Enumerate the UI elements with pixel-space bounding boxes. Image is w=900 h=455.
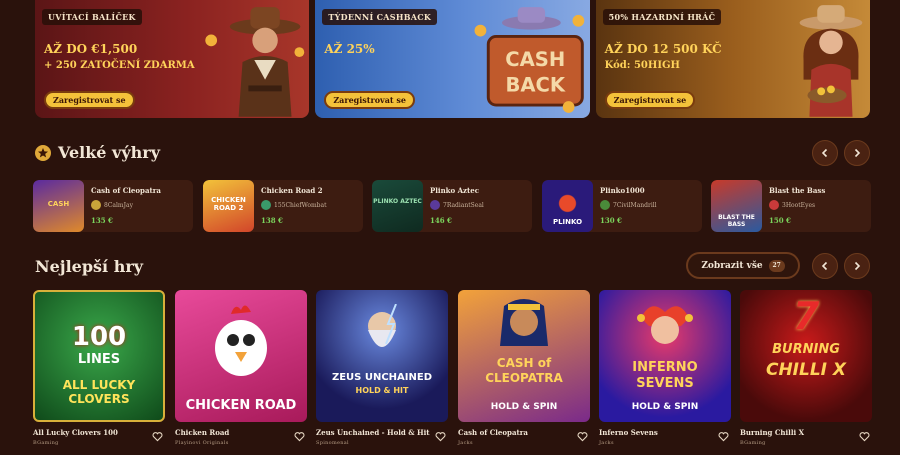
jester-illustration — [637, 306, 693, 344]
game-thumbnail: BLAST THE BASS — [711, 180, 762, 232]
back-art-text: BACK — [505, 73, 565, 96]
top-games-title: Nejlepší hry — [35, 257, 144, 276]
game-card[interactable]: 100 LINES ALL LUCKY CLOVERS All Lucky Cl… — [33, 290, 165, 446]
game-title: Chicken Road — [175, 428, 230, 437]
cowgirl-illustration — [799, 5, 863, 117]
big-wins-title: Velké výhry — [58, 143, 160, 162]
avatar — [600, 200, 610, 210]
win-amount: 130 € — [600, 216, 622, 225]
game-provider: Spinomenal — [316, 440, 349, 446]
star-icon — [35, 145, 51, 161]
promo-subline: + 250 ZATOČENÍ ZDARMA — [44, 60, 195, 71]
heart-icon[interactable] — [859, 431, 870, 442]
win-amount: 138 € — [261, 216, 283, 225]
game-title: Cash of Cleopatra — [458, 428, 528, 437]
avatar — [91, 200, 101, 210]
promo-banner-welcome[interactable]: UVÍTACÍ BALÍČEK AŽ DO €1,500 + 250 ZATOČ… — [35, 0, 310, 118]
promo-banner-highroller[interactable]: 50% HAZARDNÍ HRÁČ AŽ DO 12 500 KČ Kód: 5… — [595, 0, 870, 118]
big-wins-prev-button[interactable] — [812, 140, 838, 166]
view-all-count-badge: 27 — [768, 259, 785, 272]
game-thumbnail: CHICKEN ROAD 2 — [203, 180, 254, 232]
win-game-name: Cash of Cleopatra — [91, 186, 161, 195]
big-win-card[interactable]: PLINKO AZTEC Plinko Aztec 7RadiantSeal 1… — [372, 180, 532, 232]
avatar — [261, 200, 271, 210]
heart-icon[interactable] — [718, 431, 729, 442]
chicken-illustration — [215, 305, 267, 376]
big-win-card[interactable]: CASH Cash of Cleopatra 8CalmJay 135 € — [33, 180, 193, 232]
game-title: Inferno Sevens — [599, 428, 658, 437]
register-button[interactable]: Zaregistrovat se — [604, 91, 696, 109]
promo-headline: AŽ DO €1,500 — [44, 42, 138, 56]
game-title: Zeus Unchained - Hold & Hit — [316, 428, 430, 437]
win-user: 7RadiantSeal — [430, 200, 484, 210]
game-provider: Jacks — [599, 440, 614, 446]
heart-icon[interactable] — [152, 431, 163, 442]
promo-headline: AŽ 25% — [324, 42, 375, 56]
promo-headline: AŽ DO 12 500 KČ — [604, 42, 722, 56]
game-tile[interactable]: CASH of CLEOPATRA HOLD & SPIN — [458, 290, 590, 422]
promo-banners: UVÍTACÍ BALÍČEK AŽ DO €1,500 + 250 ZATOČ… — [35, 0, 870, 120]
game-provider: Jacks — [458, 440, 473, 446]
heart-icon[interactable] — [577, 431, 588, 442]
cleopatra-illustration — [500, 299, 548, 346]
win-user: 3HootEyes — [769, 200, 815, 210]
big-win-card[interactable]: BLAST THE BASS Blast the Bass 3HootEyes … — [711, 180, 871, 232]
big-win-card[interactable]: CHICKEN ROAD 2 Chicken Road 2 155ChiefWo… — [203, 180, 363, 232]
cowboy-illustration — [205, 7, 305, 117]
game-thumbnail: CASH — [33, 180, 84, 232]
big-win-card[interactable]: PLINKO Plinko1000 7CivilMandrill 130 € — [542, 180, 702, 232]
avatar — [769, 200, 779, 210]
top-games-next-button[interactable] — [844, 253, 870, 279]
register-button[interactable]: Zaregistrovat se — [324, 91, 415, 109]
game-provider: BGaming — [33, 440, 59, 446]
chevron-right-icon — [854, 261, 861, 271]
game-card[interactable]: CHICKEN ROAD Chicken Road Playinovi Orig… — [175, 290, 307, 446]
game-thumbnail: PLINKO AZTEC — [372, 180, 423, 232]
top-games-prev-button[interactable] — [812, 253, 838, 279]
zeus-illustration — [368, 304, 397, 347]
win-amount: 146 € — [430, 216, 452, 225]
avatar — [430, 200, 440, 210]
win-game-name: Plinko1000 — [600, 186, 645, 195]
game-tile[interactable]: CHICKEN ROAD — [175, 290, 307, 422]
register-button[interactable]: Zaregistrovat se — [44, 91, 135, 109]
win-amount: 135 € — [91, 216, 113, 225]
view-all-button[interactable]: Zobrazit vše 27 — [686, 252, 800, 279]
chevron-left-icon — [821, 261, 828, 271]
promo-tag: UVÍTACÍ BALÍČEK — [42, 9, 142, 25]
win-user: 155ChiefWombat — [261, 200, 327, 210]
win-game-name: Blast the Bass — [769, 186, 826, 195]
heart-icon[interactable] — [294, 431, 305, 442]
game-tile[interactable]: INFERNO SEVENS HOLD & SPIN — [599, 290, 731, 422]
win-game-name: Plinko Aztec — [430, 186, 479, 195]
promo-tag: 50% HAZARDNÍ HRÁČ — [602, 9, 722, 25]
cashback-illustration: CASH BACK — [474, 7, 584, 113]
big-wins-next-button[interactable] — [844, 140, 870, 166]
win-game-name: Chicken Road 2 — [261, 186, 323, 195]
chevron-right-icon — [854, 148, 861, 158]
game-card[interactable]: 7 BURNING CHILLI X Burning Chilli X BGam… — [740, 290, 872, 446]
game-provider: BGaming — [740, 440, 766, 446]
heart-icon[interactable] — [435, 431, 446, 442]
win-user: 8CalmJay — [91, 200, 133, 210]
game-provider: Playinovi Originals — [175, 440, 229, 446]
game-title: Burning Chilli X — [740, 428, 805, 437]
cash-art-text: CASH — [505, 48, 565, 71]
chevron-left-icon — [821, 148, 828, 158]
game-thumbnail: PLINKO — [542, 180, 593, 232]
game-title: All Lucky Clovers 100 — [33, 428, 118, 437]
game-card[interactable]: ZEUS UNCHAINED HOLD & HIT Zeus Unchained… — [316, 290, 448, 446]
view-all-label: Zobrazit vše — [701, 260, 763, 271]
game-tile[interactable]: 100 LINES ALL LUCKY CLOVERS — [33, 290, 165, 422]
game-card[interactable]: CASH of CLEOPATRA HOLD & SPIN Cash of Cl… — [458, 290, 590, 446]
win-amount: 150 € — [769, 216, 791, 225]
promo-tag: TÝDENNÍ CASHBACK — [322, 9, 438, 25]
game-tile[interactable]: 7 BURNING CHILLI X — [740, 290, 872, 422]
promo-code: Kód: 50HIGH — [604, 60, 680, 71]
win-user: 7CivilMandrill — [600, 200, 657, 210]
promo-banner-cashback[interactable]: CASH BACK TÝDENNÍ CASHBACK AŽ 25% Zaregi… — [315, 0, 590, 118]
game-tile[interactable]: ZEUS UNCHAINED HOLD & HIT — [316, 290, 448, 422]
game-card[interactable]: INFERNO SEVENS HOLD & SPIN Inferno Seven… — [599, 290, 731, 446]
